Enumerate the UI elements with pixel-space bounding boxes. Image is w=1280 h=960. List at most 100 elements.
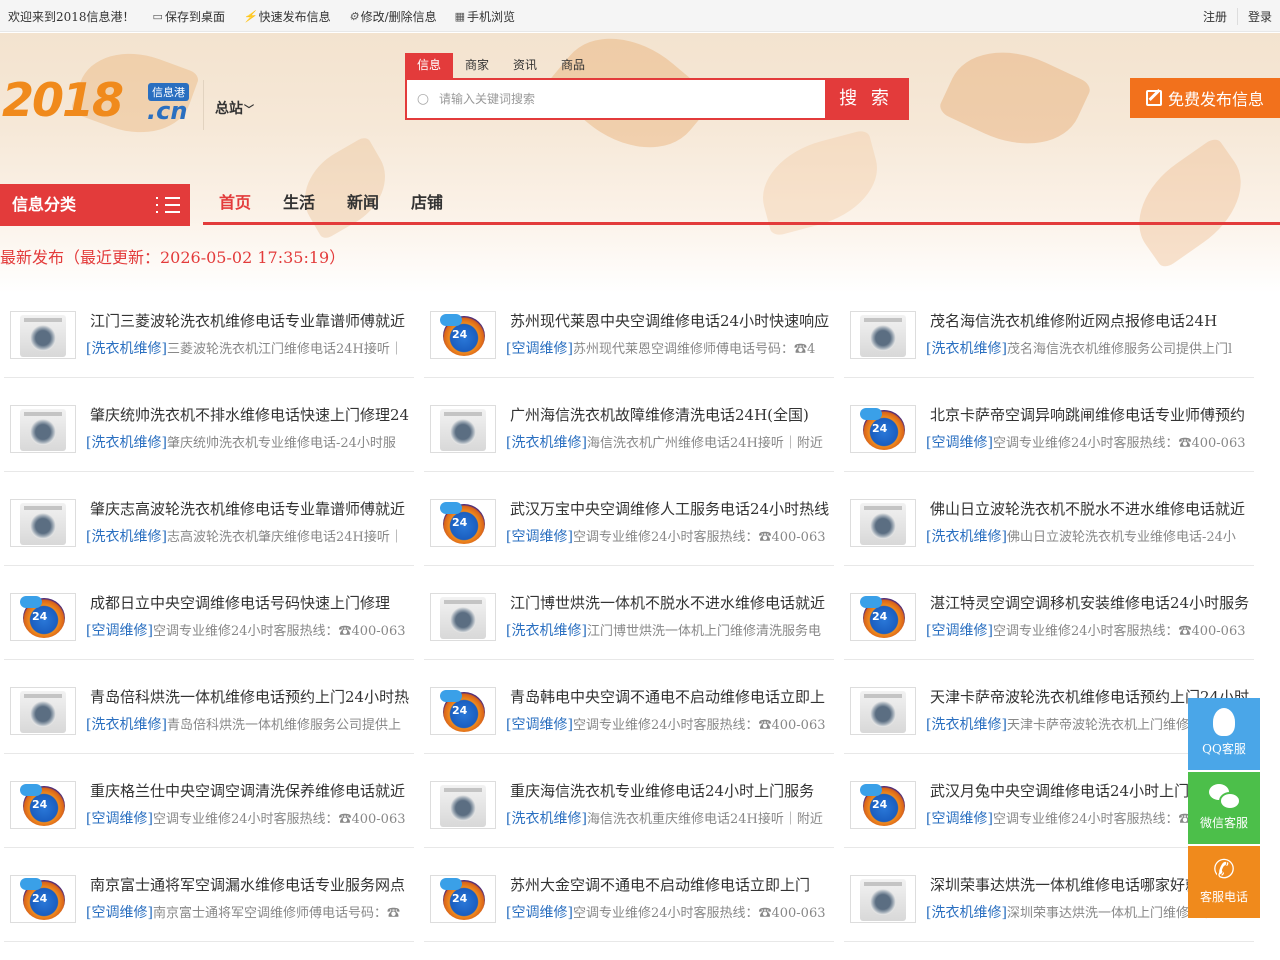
listing-category[interactable]: [空调维修] [86, 623, 153, 639]
mobile-link[interactable]: ▦ 手机浏览 [455, 8, 515, 25]
listing-title[interactable]: 江门博世烘洗一体机不脱水不进水维修电话就近 [510, 592, 840, 613]
listing-thumbnail[interactable] [430, 593, 496, 641]
listing-category[interactable]: [空调维修] [506, 717, 573, 733]
listing-category[interactable]: [洗衣机维修] [506, 811, 587, 827]
listing-thumbnail[interactable]: 24 [10, 593, 76, 641]
phone-service-button[interactable]: ✆ 客服电话 [1188, 846, 1260, 918]
listing-item[interactable]: 江门三菱波轮洗衣机维修电话专业靠谱师傅就近 [洗衣机维修]三菱波轮洗衣机江门维修电… [4, 298, 414, 378]
nav-life[interactable]: 生活 [267, 184, 331, 222]
listing-category[interactable]: [空调维修] [926, 435, 993, 451]
listing-thumbnail[interactable]: 24 [430, 875, 496, 923]
listing-title[interactable]: 肇庆志高波轮洗衣机维修电话专业靠谱师傅就近 [90, 498, 420, 519]
listing-title[interactable]: 苏州大金空调不通电不启动维修电话立即上门 [510, 874, 840, 895]
listing-title[interactable]: 北京卡萨帝空调异响跳闸维修电话专业师傅预约 [930, 404, 1260, 425]
listing-title[interactable]: 南京富士通将军空调漏水维修电话专业服务网点 [90, 874, 420, 895]
listing-thumbnail[interactable] [850, 875, 916, 923]
listing-item[interactable]: 江门博世烘洗一体机不脱水不进水维修电话就近 [洗衣机维修]江门博世烘洗一体机上门维… [424, 580, 834, 660]
listing-category[interactable]: [洗衣机维修] [86, 341, 167, 357]
listing-thumbnail[interactable]: 24 [430, 499, 496, 547]
listing-item[interactable]: 重庆海信洗衣机专业维修电话24小时上门服务 [洗衣机维修]海信洗衣机重庆维修电话2… [424, 768, 834, 848]
quick-post-link[interactable]: ⚡ 快速发布信息 [243, 8, 331, 25]
listing-category[interactable]: [洗衣机维修] [86, 529, 167, 545]
search-tab-news[interactable]: 资讯 [501, 53, 549, 78]
listing-thumbnail[interactable] [10, 499, 76, 547]
category-menu[interactable]: 信息分类 [0, 184, 190, 226]
listing-item[interactable]: 24 青岛韩电中央空调不通电不启动维修电话立即上 [空调维修]空调专业维修24小时客… [424, 674, 834, 754]
login-link[interactable]: 登录 [1236, 8, 1272, 25]
listing-title[interactable]: 肇庆统帅洗衣机不排水维修电话快速上门修理24 [90, 404, 420, 425]
listing-item[interactable]: 茂名海信洗衣机维修附近网点报修电话24H [洗衣机维修]茂名海信洗衣机维修服务公司… [844, 298, 1254, 378]
listing-thumbnail[interactable]: 24 [430, 687, 496, 735]
listing-category[interactable]: [空调维修] [926, 811, 993, 827]
nav-shops[interactable]: 店铺 [395, 184, 459, 222]
listing-thumbnail[interactable]: 24 [850, 593, 916, 641]
listing-item[interactable]: 24 武汉万宝中央空调维修人工服务电话24小时热线 [空调维修]空调专业维修24小时… [424, 486, 834, 566]
edit-delete-link[interactable]: ⚙ 修改/删除信息 [349, 8, 437, 25]
listing-thumbnail[interactable] [10, 405, 76, 453]
listing-item[interactable]: 肇庆统帅洗衣机不排水维修电话快速上门修理24 [洗衣机维修]肇庆统帅洗衣机专业维修… [4, 392, 414, 472]
listing-thumbnail[interactable] [850, 687, 916, 735]
listing-item[interactable]: 广州海信洗衣机故障维修清洗电话24H(全国) [洗衣机维修]海信洗衣机广州维修电话… [424, 392, 834, 472]
listing-category[interactable]: [洗衣机维修] [926, 717, 1007, 733]
listing-category[interactable]: [洗衣机维修] [506, 623, 587, 639]
save-desktop-link[interactable]: ▭ 保存到桌面 [153, 8, 225, 25]
listing-title[interactable]: 重庆海信洗衣机专业维修电话24小时上门服务 [510, 780, 840, 801]
listing-title[interactable]: 成都日立中央空调维修电话号码快速上门修理 [90, 592, 420, 613]
listing-item[interactable]: 肇庆志高波轮洗衣机维修电话专业靠谱师傅就近 [洗衣机维修]志高波轮洗衣机肇庆维修电… [4, 486, 414, 566]
listing-thumbnail[interactable] [10, 311, 76, 359]
site-selector[interactable]: 总站﹀ [215, 98, 254, 118]
listing-item[interactable]: 24 南京富士通将军空调漏水维修电话专业服务网点 [空调维修]南京富士通将军空调维修… [4, 862, 414, 942]
site-logo[interactable]: 2018 信息港 .cn [2, 75, 197, 125]
listing-title[interactable]: 湛江特灵空调空调移机安装维修电话24小时服务 [930, 592, 1260, 613]
listing-thumbnail[interactable] [10, 687, 76, 735]
listing-item[interactable]: 24 苏州大金空调不通电不启动维修电话立即上门 [空调维修]空调专业维修24小时客服… [424, 862, 834, 942]
listing-title[interactable]: 江门三菱波轮洗衣机维修电话专业靠谱师傅就近 [90, 310, 420, 331]
listing-category[interactable]: [空调维修] [506, 529, 573, 545]
search-button[interactable]: 搜 索 [825, 80, 907, 118]
listing-thumbnail[interactable] [850, 499, 916, 547]
listing-title[interactable]: 青岛倍科烘洗一体机维修电话预约上门24小时热 [90, 686, 420, 707]
listing-thumbnail[interactable]: 24 [850, 781, 916, 829]
listing-category[interactable]: [洗衣机维修] [506, 435, 587, 451]
register-link[interactable]: 注册 [1193, 8, 1227, 25]
nav-home[interactable]: 首页 [203, 184, 267, 222]
listing-title[interactable]: 广州海信洗衣机故障维修清洗电话24H(全国) [510, 404, 840, 425]
listing-title[interactable]: 茂名海信洗衣机维修附近网点报修电话24H [930, 310, 1260, 331]
listing-category[interactable]: [洗衣机维修] [926, 905, 1007, 921]
listing-category[interactable]: [洗衣机维修] [926, 341, 1007, 357]
listing-thumbnail[interactable]: 24 [430, 311, 496, 359]
listing-item[interactable]: 24 苏州现代莱恩中央空调维修电话24小时快速响应 [空调维修]苏州现代莱恩空调维修… [424, 298, 834, 378]
publish-button[interactable]: 免费发布信息 [1130, 78, 1280, 118]
listing-thumbnail[interactable]: 24 [10, 875, 76, 923]
listing-category[interactable]: [洗衣机维修] [926, 529, 1007, 545]
search-input[interactable] [439, 80, 825, 118]
qq-service-button[interactable]: QQ客服 [1188, 698, 1260, 770]
listing-title[interactable]: 重庆格兰仕中央空调空调清洗保养维修电话就近 [90, 780, 420, 801]
listing-item[interactable]: 24 重庆格兰仕中央空调空调清洗保养维修电话就近 [空调维修]空调专业维修24小时客… [4, 768, 414, 848]
listing-category[interactable]: [空调维修] [506, 341, 573, 357]
listing-category[interactable]: [空调维修] [926, 623, 993, 639]
listing-item[interactable]: 佛山日立波轮洗衣机不脱水不进水维修电话就近 [洗衣机维修]佛山日立波轮洗衣机专业维… [844, 486, 1254, 566]
listing-title[interactable]: 苏州现代莱恩中央空调维修电话24小时快速响应 [510, 310, 840, 331]
listing-thumbnail[interactable] [850, 311, 916, 359]
nav-news[interactable]: 新闻 [331, 184, 395, 222]
search-tab-merchant[interactable]: 商家 [453, 53, 501, 78]
listing-item[interactable]: 24 湛江特灵空调空调移机安装维修电话24小时服务 [空调维修]空调专业维修24小时… [844, 580, 1254, 660]
listing-title[interactable]: 青岛韩电中央空调不通电不启动维修电话立即上 [510, 686, 840, 707]
listing-thumbnail[interactable]: 24 [850, 405, 916, 453]
listing-title[interactable]: 武汉万宝中央空调维修人工服务电话24小时热线 [510, 498, 840, 519]
listing-item[interactable]: 青岛倍科烘洗一体机维修电话预约上门24小时热 [洗衣机维修]青岛倍科烘洗一体机维修… [4, 674, 414, 754]
listing-thumbnail[interactable]: 24 [10, 781, 76, 829]
listing-title[interactable]: 佛山日立波轮洗衣机不脱水不进水维修电话就近 [930, 498, 1260, 519]
listing-thumbnail[interactable] [430, 405, 496, 453]
search-tab-goods[interactable]: 商品 [549, 53, 597, 78]
wechat-service-button[interactable]: 微信客服 [1188, 772, 1260, 844]
listing-item[interactable]: 24 北京卡萨帝空调异响跳闸维修电话专业师傅预约 [空调维修]空调专业维修24小时客… [844, 392, 1254, 472]
listing-item[interactable]: 24 成都日立中央空调维修电话号码快速上门修理 [空调维修]空调专业维修24小时客服… [4, 580, 414, 660]
search-tab-info[interactable]: 信息 [405, 53, 454, 78]
listing-category[interactable]: [洗衣机维修] [86, 717, 167, 733]
listing-thumbnail[interactable] [430, 781, 496, 829]
listing-category[interactable]: [空调维修] [86, 905, 153, 921]
listing-category[interactable]: [空调维修] [86, 811, 153, 827]
listing-category[interactable]: [洗衣机维修] [86, 435, 167, 451]
